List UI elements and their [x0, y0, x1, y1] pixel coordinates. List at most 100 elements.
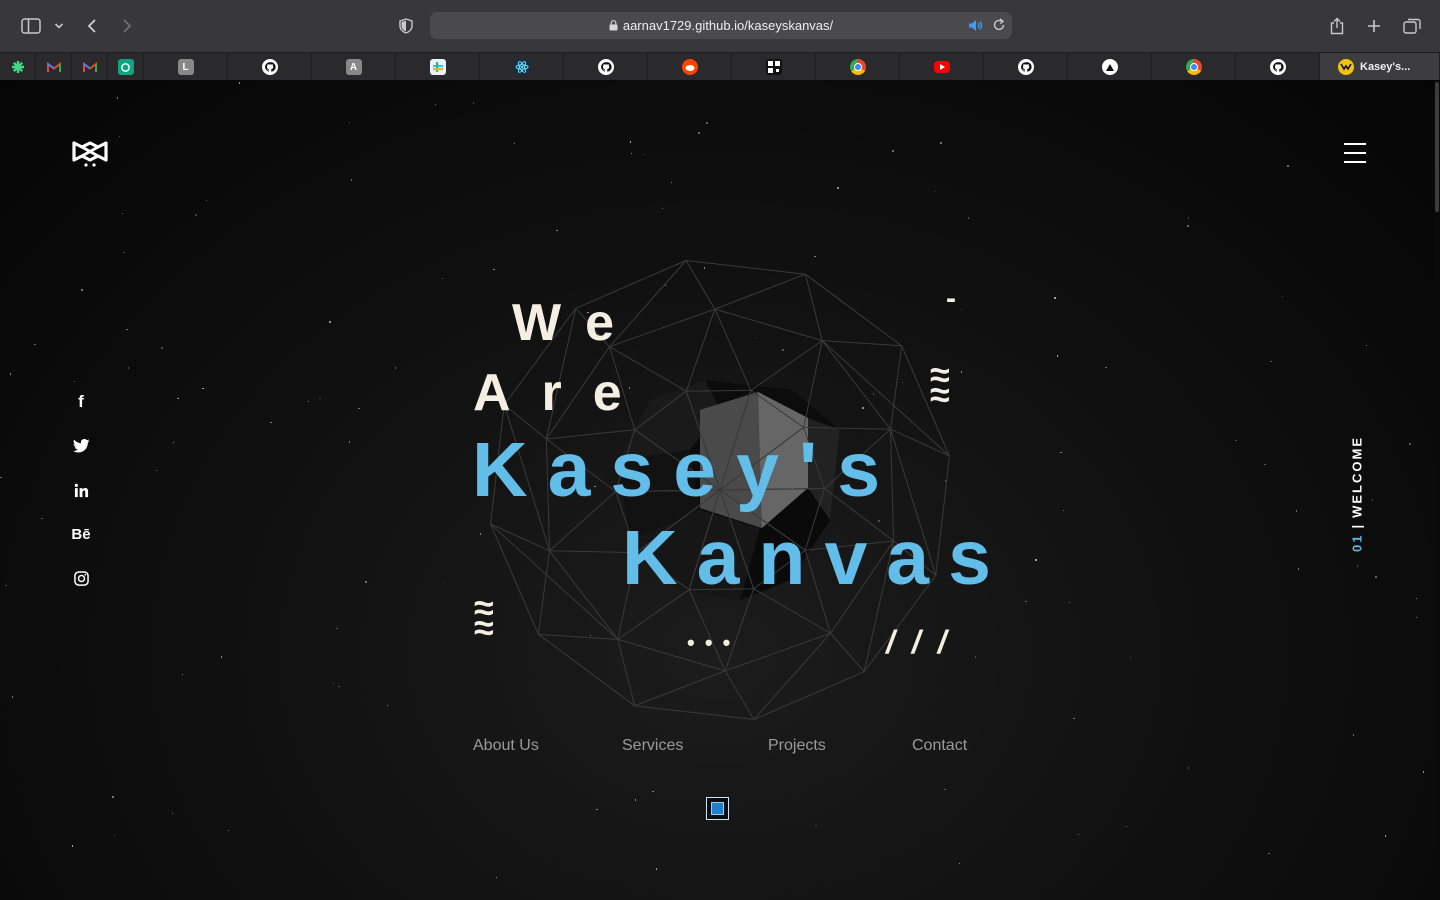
url-text[interactable]: aarnav1729.github.io/kaseyskanvas/: [430, 12, 1012, 39]
hero-line-kaseys: Kasey's: [472, 427, 901, 513]
wireframe-edge: [822, 340, 902, 347]
behance-icon[interactable]: Bē: [70, 523, 92, 545]
menu-button[interactable]: [1344, 143, 1366, 165]
behance-glyph: Bē: [71, 525, 91, 543]
browser-tab[interactable]: [1236, 53, 1320, 81]
browser-tab[interactable]: [0, 53, 36, 81]
facebook-glyph: f: [78, 392, 84, 411]
section-number: 01: [1349, 533, 1365, 552]
new-tab-icon[interactable]: [1364, 13, 1384, 39]
facebook-icon[interactable]: f: [70, 391, 92, 413]
scroll-icon: [711, 802, 724, 815]
wireframe-edge: [490, 523, 550, 552]
hero-line-kanvas: Kanvas: [622, 515, 1010, 601]
wireframe-edge: [890, 345, 903, 430]
browser-toolbar: aarnav1729.github.io/kaseyskanvas/: [0, 0, 1440, 52]
browser-tab[interactable]: [108, 53, 144, 81]
slashes-decoration: / / /: [886, 624, 951, 660]
tab-kaseys-kanvas[interactable]: Kasey's...: [1320, 53, 1440, 81]
url-value: aarnav1729.github.io/kaseyskanvas/: [622, 18, 834, 33]
wireframe-edge: [724, 632, 831, 672]
browser-tab[interactable]: [228, 53, 312, 81]
section-separator: |: [1349, 522, 1365, 529]
wireframe-edge: [830, 632, 865, 673]
tab-overview-icon[interactable]: [1401, 13, 1423, 39]
scrollbar-thumb[interactable]: [1435, 82, 1439, 212]
browser-tab[interactable]: [480, 53, 564, 81]
wireframe-edge: [617, 639, 636, 706]
twitter-icon[interactable]: [70, 435, 92, 457]
wireframe-edge: [724, 670, 755, 720]
share-icon[interactable]: [1327, 13, 1347, 39]
linkedin-icon[interactable]: [70, 479, 92, 501]
wireframe-edge: [634, 705, 755, 720]
wireframe-edge: [490, 523, 539, 635]
browser-tab[interactable]: [984, 53, 1068, 81]
nav-link-services[interactable]: Services: [622, 737, 683, 755]
browser-tab[interactable]: [1068, 53, 1152, 81]
audio-playing-icon[interactable]: [968, 19, 984, 32]
chatgpt-icon: [117, 59, 134, 75]
wireframe-edge: [714, 273, 806, 310]
qr-icon: [765, 59, 782, 75]
pinwheel-icon: [9, 59, 26, 75]
wave-glyph: ≈: [930, 374, 950, 415]
browser-tab[interactable]: [396, 53, 480, 81]
github-icon: [1269, 59, 1286, 75]
chevron-down-icon[interactable]: [53, 13, 65, 39]
reddit-icon: [681, 59, 698, 75]
wave-decoration-right: ≈ ≈: [930, 357, 950, 415]
wireframe-edge: [537, 550, 550, 635]
forward-icon[interactable]: [117, 13, 137, 39]
wireframe-edge: [804, 274, 823, 341]
vercel-icon: [1101, 59, 1118, 75]
lock-icon: [609, 20, 618, 31]
wireframe-edge: [685, 260, 716, 310]
chrome-icon: [849, 59, 866, 75]
browser-tab[interactable]: A: [312, 53, 396, 81]
nav-link-projects[interactable]: Projects: [768, 737, 826, 755]
instagram-icon[interactable]: [70, 567, 92, 589]
browser-tab[interactable]: [1152, 53, 1236, 81]
reload-icon[interactable]: [992, 18, 1006, 32]
browser-tab[interactable]: [36, 53, 72, 81]
wave-glyph: ≈: [474, 607, 494, 648]
scroll-down-button[interactable]: [706, 797, 729, 820]
browser-tab[interactable]: [732, 53, 816, 81]
github-icon: [1017, 59, 1034, 75]
browser-tab[interactable]: [900, 53, 984, 81]
privacy-shield-icon[interactable]: [396, 13, 416, 39]
letter-favicon: A: [345, 59, 362, 75]
browser-tab[interactable]: [648, 53, 732, 81]
wireframe-edge: [805, 273, 902, 347]
wireframe-edge: [714, 308, 823, 342]
menu-line: [1344, 143, 1366, 145]
kaseys-kanvas-favicon: [1338, 59, 1354, 75]
sidebar-toggle-icon[interactable]: [20, 13, 42, 39]
youtube-icon: [933, 61, 950, 73]
scrollbar[interactable]: [1434, 80, 1440, 900]
react-icon: [513, 59, 530, 75]
github-icon: [261, 59, 278, 75]
address-bar[interactable]: aarnav1729.github.io/kaseyskanvas/: [430, 12, 1012, 39]
nav-link-contact[interactable]: Contact: [912, 737, 967, 755]
wireframe-edge: [685, 308, 716, 392]
gmail-icon: [82, 59, 98, 75]
wireframe-edge: [821, 340, 891, 430]
back-icon[interactable]: [82, 13, 102, 39]
wireframe-edge: [490, 523, 619, 640]
browser-tab[interactable]: [564, 53, 648, 81]
wireframe-edge: [538, 633, 618, 640]
browser-tab[interactable]: [816, 53, 900, 81]
tab-bar: Kasey's... L A: [0, 52, 1440, 81]
browser-tab[interactable]: [72, 53, 108, 81]
nav-link-about-us[interactable]: About Us: [473, 737, 539, 755]
wireframe-edge: [750, 340, 823, 391]
wireframe-edge: [685, 260, 806, 275]
section-name: WELCOME: [1349, 436, 1365, 518]
section-indicator: 01 | WELCOME: [1350, 436, 1365, 552]
menu-line: [1344, 161, 1366, 163]
site-logo[interactable]: [72, 140, 108, 172]
browser-tab[interactable]: L: [144, 53, 228, 81]
active-tab-title: Kasey's...: [1360, 61, 1411, 73]
